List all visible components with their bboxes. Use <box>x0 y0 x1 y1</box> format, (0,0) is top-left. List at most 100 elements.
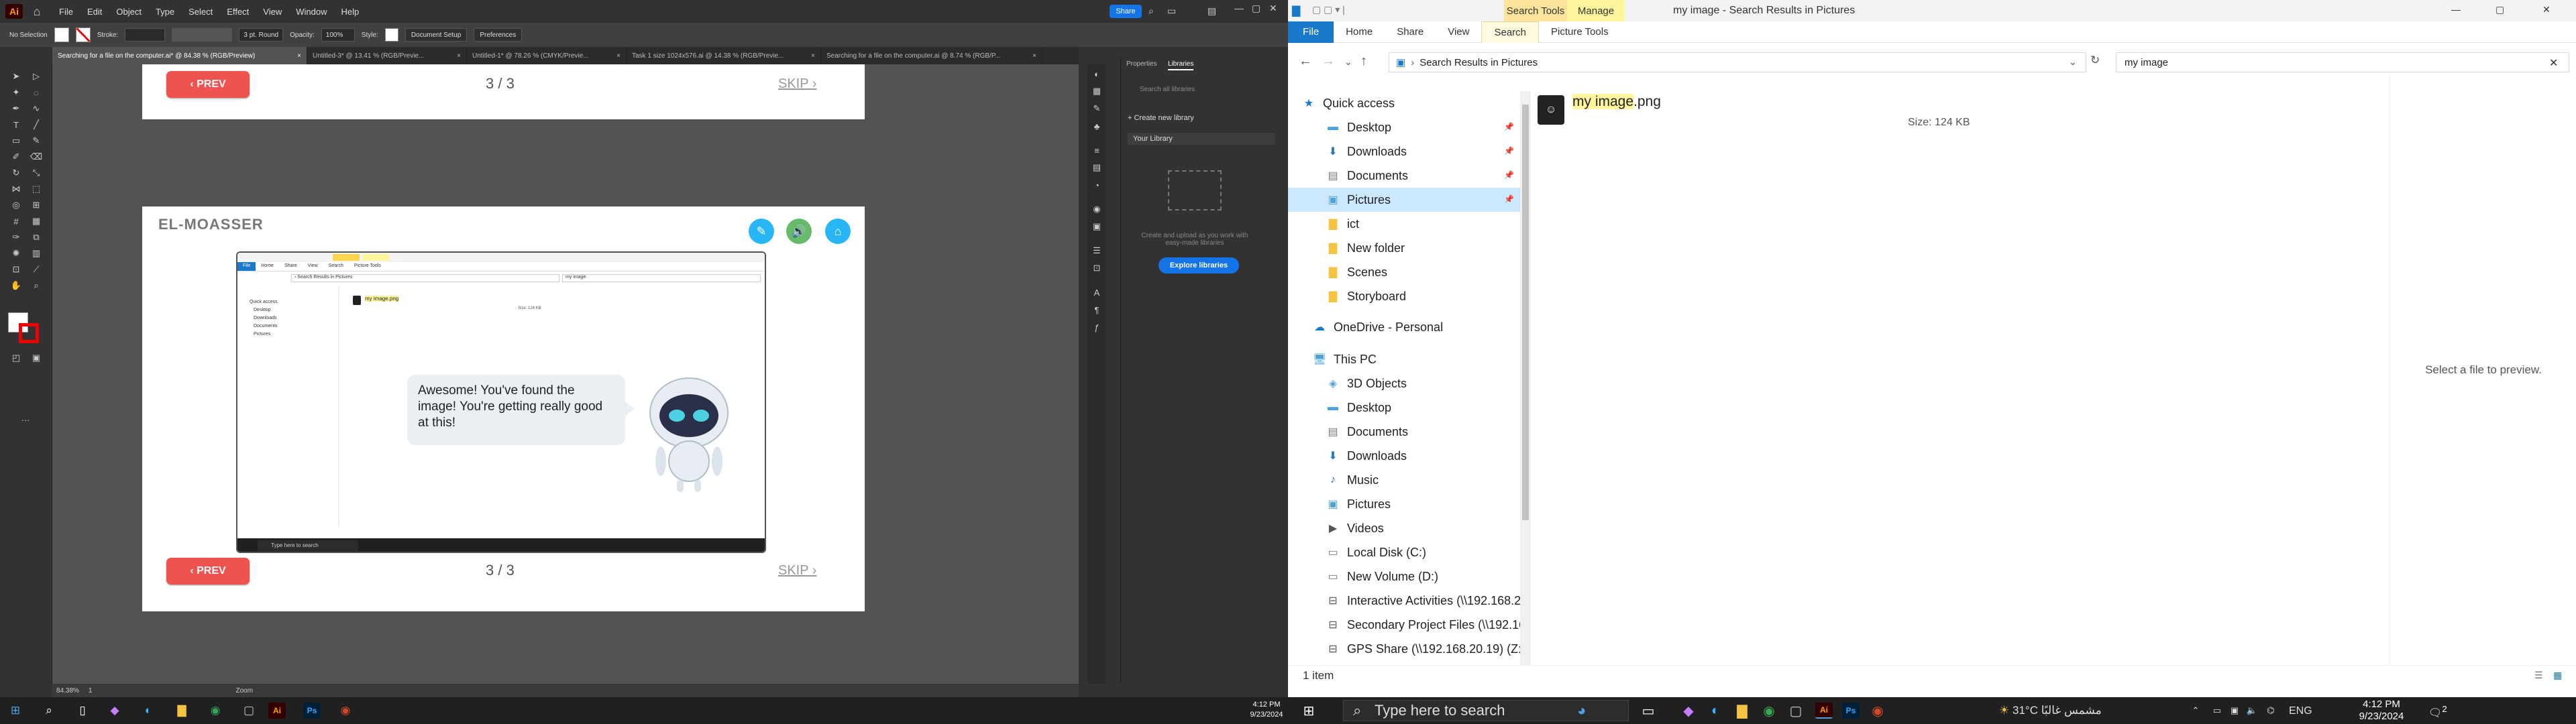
close-icon[interactable]: × <box>297 52 301 60</box>
chrome-icon[interactable]: ◉ <box>1760 703 1778 719</box>
screen-mode-icon[interactable]: ▣ <box>30 351 43 365</box>
taskbar-search-box[interactable]: ⌕ Type here to search ◕ <box>1343 700 1629 721</box>
nav-3d-objects[interactable]: ◈ 3D Objects <box>1326 371 1407 396</box>
nav-network-drive[interactable]: ⊟ Secondary Project Files (\\192.168 <box>1326 613 1520 637</box>
nav-new-folder[interactable]: ▇ New folder <box>1326 236 1405 260</box>
brushes-panel-icon[interactable]: ✎ <box>1090 102 1104 115</box>
nav-new-volume[interactable]: ▭ New Volume (D:) <box>1326 564 1438 589</box>
tab-properties[interactable]: Properties <box>1126 60 1157 68</box>
scrollbar-thumb[interactable] <box>1522 105 1529 520</box>
tab-file[interactable]: File <box>1288 21 1334 43</box>
nav-scenes[interactable]: ▇ Scenes <box>1326 260 1387 284</box>
variable-width-field[interactable] <box>172 28 233 42</box>
gradient-tool-icon[interactable]: ▦ <box>30 215 43 228</box>
close-icon[interactable]: ✕ <box>1269 3 1277 14</box>
clock[interactable]: 4:12 PM 9/23/2024 <box>1246 700 1287 720</box>
menu-window[interactable]: Window <box>296 7 327 17</box>
maximize-icon[interactable]: ▢ <box>1252 3 1260 14</box>
doc-tab[interactable]: Searching for a file on the computer.ai … <box>821 47 1042 64</box>
eyedropper-tool-icon[interactable]: ✑ <box>9 231 23 244</box>
more-tools-icon[interactable]: ··· <box>19 413 32 426</box>
clear-search-icon[interactable]: ✕ <box>2549 56 2558 70</box>
search-icon[interactable]: ⌕ <box>40 703 58 719</box>
nav-scrollbar[interactable] <box>1520 91 1531 665</box>
notes-icon[interactable]: ▢ <box>240 703 258 719</box>
rectangle-tool-icon[interactable]: ▭ <box>9 134 23 147</box>
swatches-panel-icon[interactable]: ▦ <box>1090 84 1104 98</box>
brush-icon[interactable]: ✎ <box>749 219 774 244</box>
artboards-panel-icon[interactable]: ⊡ <box>1090 261 1104 275</box>
doc-tab[interactable]: Untitled-1* @ 78.26 % (CMYK/Previe... × <box>467 47 627 64</box>
appearance-panel-icon[interactable]: ◉ <box>1090 202 1104 216</box>
notification-icon[interactable]: 🗨2 <box>2428 704 2447 719</box>
symbols-panel-icon[interactable]: ♣ <box>1090 119 1104 133</box>
pin-icon[interactable]: 📌 <box>1504 194 1514 204</box>
nav-network-drive[interactable]: ⊟ Interactive Activities (\\192.168.22 <box>1326 589 1520 613</box>
zoom-tool-icon[interactable]: ⌕ <box>30 279 43 292</box>
your-library-item[interactable]: Your Library <box>1128 133 1275 145</box>
menu-object[interactable]: Object <box>116 7 142 17</box>
photoshop-taskbar-icon[interactable]: Ps <box>1842 703 1860 719</box>
tab-libraries[interactable]: Libraries <box>1168 60 1194 70</box>
nav-local-disk[interactable]: ▭ Local Disk (C:) <box>1326 540 1426 564</box>
prev-button[interactable]: ‹ PREV <box>166 558 250 585</box>
pen-tool-icon[interactable]: ✒ <box>9 102 23 115</box>
doc-tab[interactable]: Task 1 size 1024x576.ai @ 14.38 % (RGB/P… <box>627 47 821 64</box>
home-icon[interactable]: ⌂ <box>825 219 851 244</box>
monitor-icon[interactable]: ▭ <box>2208 703 2226 719</box>
photoshop-taskbar-icon[interactable]: Ps <box>303 703 321 719</box>
hand-tool-icon[interactable]: ✋ <box>9 279 23 292</box>
rotate-tool-icon[interactable]: ↻ <box>9 166 23 180</box>
file-explorer-icon[interactable]: ▇ <box>173 703 191 719</box>
layers-panel-icon[interactable]: ☰ <box>1090 244 1104 257</box>
menu-effect[interactable]: Effect <box>227 7 249 17</box>
breadcrumb[interactable]: Search Results in Pictures <box>1419 57 1538 68</box>
close-icon[interactable]: × <box>616 52 621 60</box>
symbol-sprayer-tool-icon[interactable]: ✺ <box>9 247 23 260</box>
width-tool-icon[interactable]: ⋈ <box>9 182 23 196</box>
create-library-button[interactable]: + Create new library <box>1128 114 1194 122</box>
pin-icon[interactable]: 📌 <box>1504 170 1514 180</box>
fill-swatch[interactable] <box>54 27 69 42</box>
clock[interactable]: 4:12 PM 9/23/2024 <box>2341 699 2422 723</box>
magic-wand-tool-icon[interactable]: ✦ <box>9 86 23 99</box>
menu-file[interactable]: File <box>59 7 73 17</box>
curvature-tool-icon[interactable]: ∿ <box>30 102 43 115</box>
nav-pc-documents[interactable]: ▤ Documents <box>1326 420 1408 444</box>
nav-videos[interactable]: ▶ Videos <box>1326 516 1384 540</box>
stroke-panel-icon[interactable]: ≡ <box>1090 143 1104 157</box>
free-transform-tool-icon[interactable]: ⬚ <box>30 182 43 196</box>
nav-ict[interactable]: ▇ ict <box>1326 212 1359 236</box>
menu-edit[interactable]: Edit <box>87 7 102 17</box>
arrange-icon[interactable]: ▭ <box>1167 5 1176 17</box>
powerpoint-icon[interactable]: ◉ <box>337 703 354 719</box>
nav-this-pc[interactable]: 🖥 This PC <box>1312 347 1377 371</box>
artboard-tool-icon[interactable]: ⊡ <box>9 263 23 276</box>
shape-builder-tool-icon[interactable]: ◎ <box>9 198 23 212</box>
doc-tab[interactable]: Searching for a file on the computer.ai*… <box>52 47 307 64</box>
windows-start-icon[interactable]: ⊞ <box>7 703 24 719</box>
edge-icon[interactable]: ◐ <box>1707 703 1724 719</box>
nav-network-drive[interactable]: ⊟ GPS Share (\\192.168.20.19) (Z:) <box>1326 637 1520 661</box>
menu-type[interactable]: Type <box>156 7 174 17</box>
file-explorer-icon[interactable]: ▇ <box>1733 703 1751 719</box>
opacity-field[interactable]: 100% <box>321 28 355 42</box>
close-icon[interactable]: × <box>811 52 815 60</box>
close-icon[interactable]: × <box>1032 52 1036 60</box>
recent-chevron-icon[interactable]: ⌄ <box>1344 56 1352 68</box>
workspace-icon[interactable]: ▤ <box>1208 5 1216 17</box>
document-setup-button[interactable]: Document Setup <box>405 28 468 42</box>
skip-link[interactable]: SKIP › <box>778 563 816 579</box>
minimize-icon[interactable]: — <box>2451 4 2461 15</box>
nav-documents[interactable]: ▤ Documents <box>1326 164 1408 188</box>
show-hidden-icons-icon[interactable]: ⌃ <box>2187 703 2204 719</box>
language-indicator[interactable]: ENG <box>2289 705 2312 717</box>
edge-icon[interactable]: ◐ <box>140 703 157 719</box>
preferences-button[interactable]: Preferences <box>474 28 523 42</box>
tab-picture-tools[interactable]: Picture Tools <box>1539 21 1621 43</box>
nav-music[interactable]: ♪ Music <box>1326 468 1379 492</box>
glyphs-panel-icon[interactable]: ƒ <box>1090 320 1104 334</box>
illustrator-taskbar-icon[interactable]: Ai <box>268 703 286 719</box>
task-view-icon[interactable]: ▭ <box>1640 703 1657 719</box>
prev-button[interactable]: ‹ PREV <box>166 71 250 98</box>
